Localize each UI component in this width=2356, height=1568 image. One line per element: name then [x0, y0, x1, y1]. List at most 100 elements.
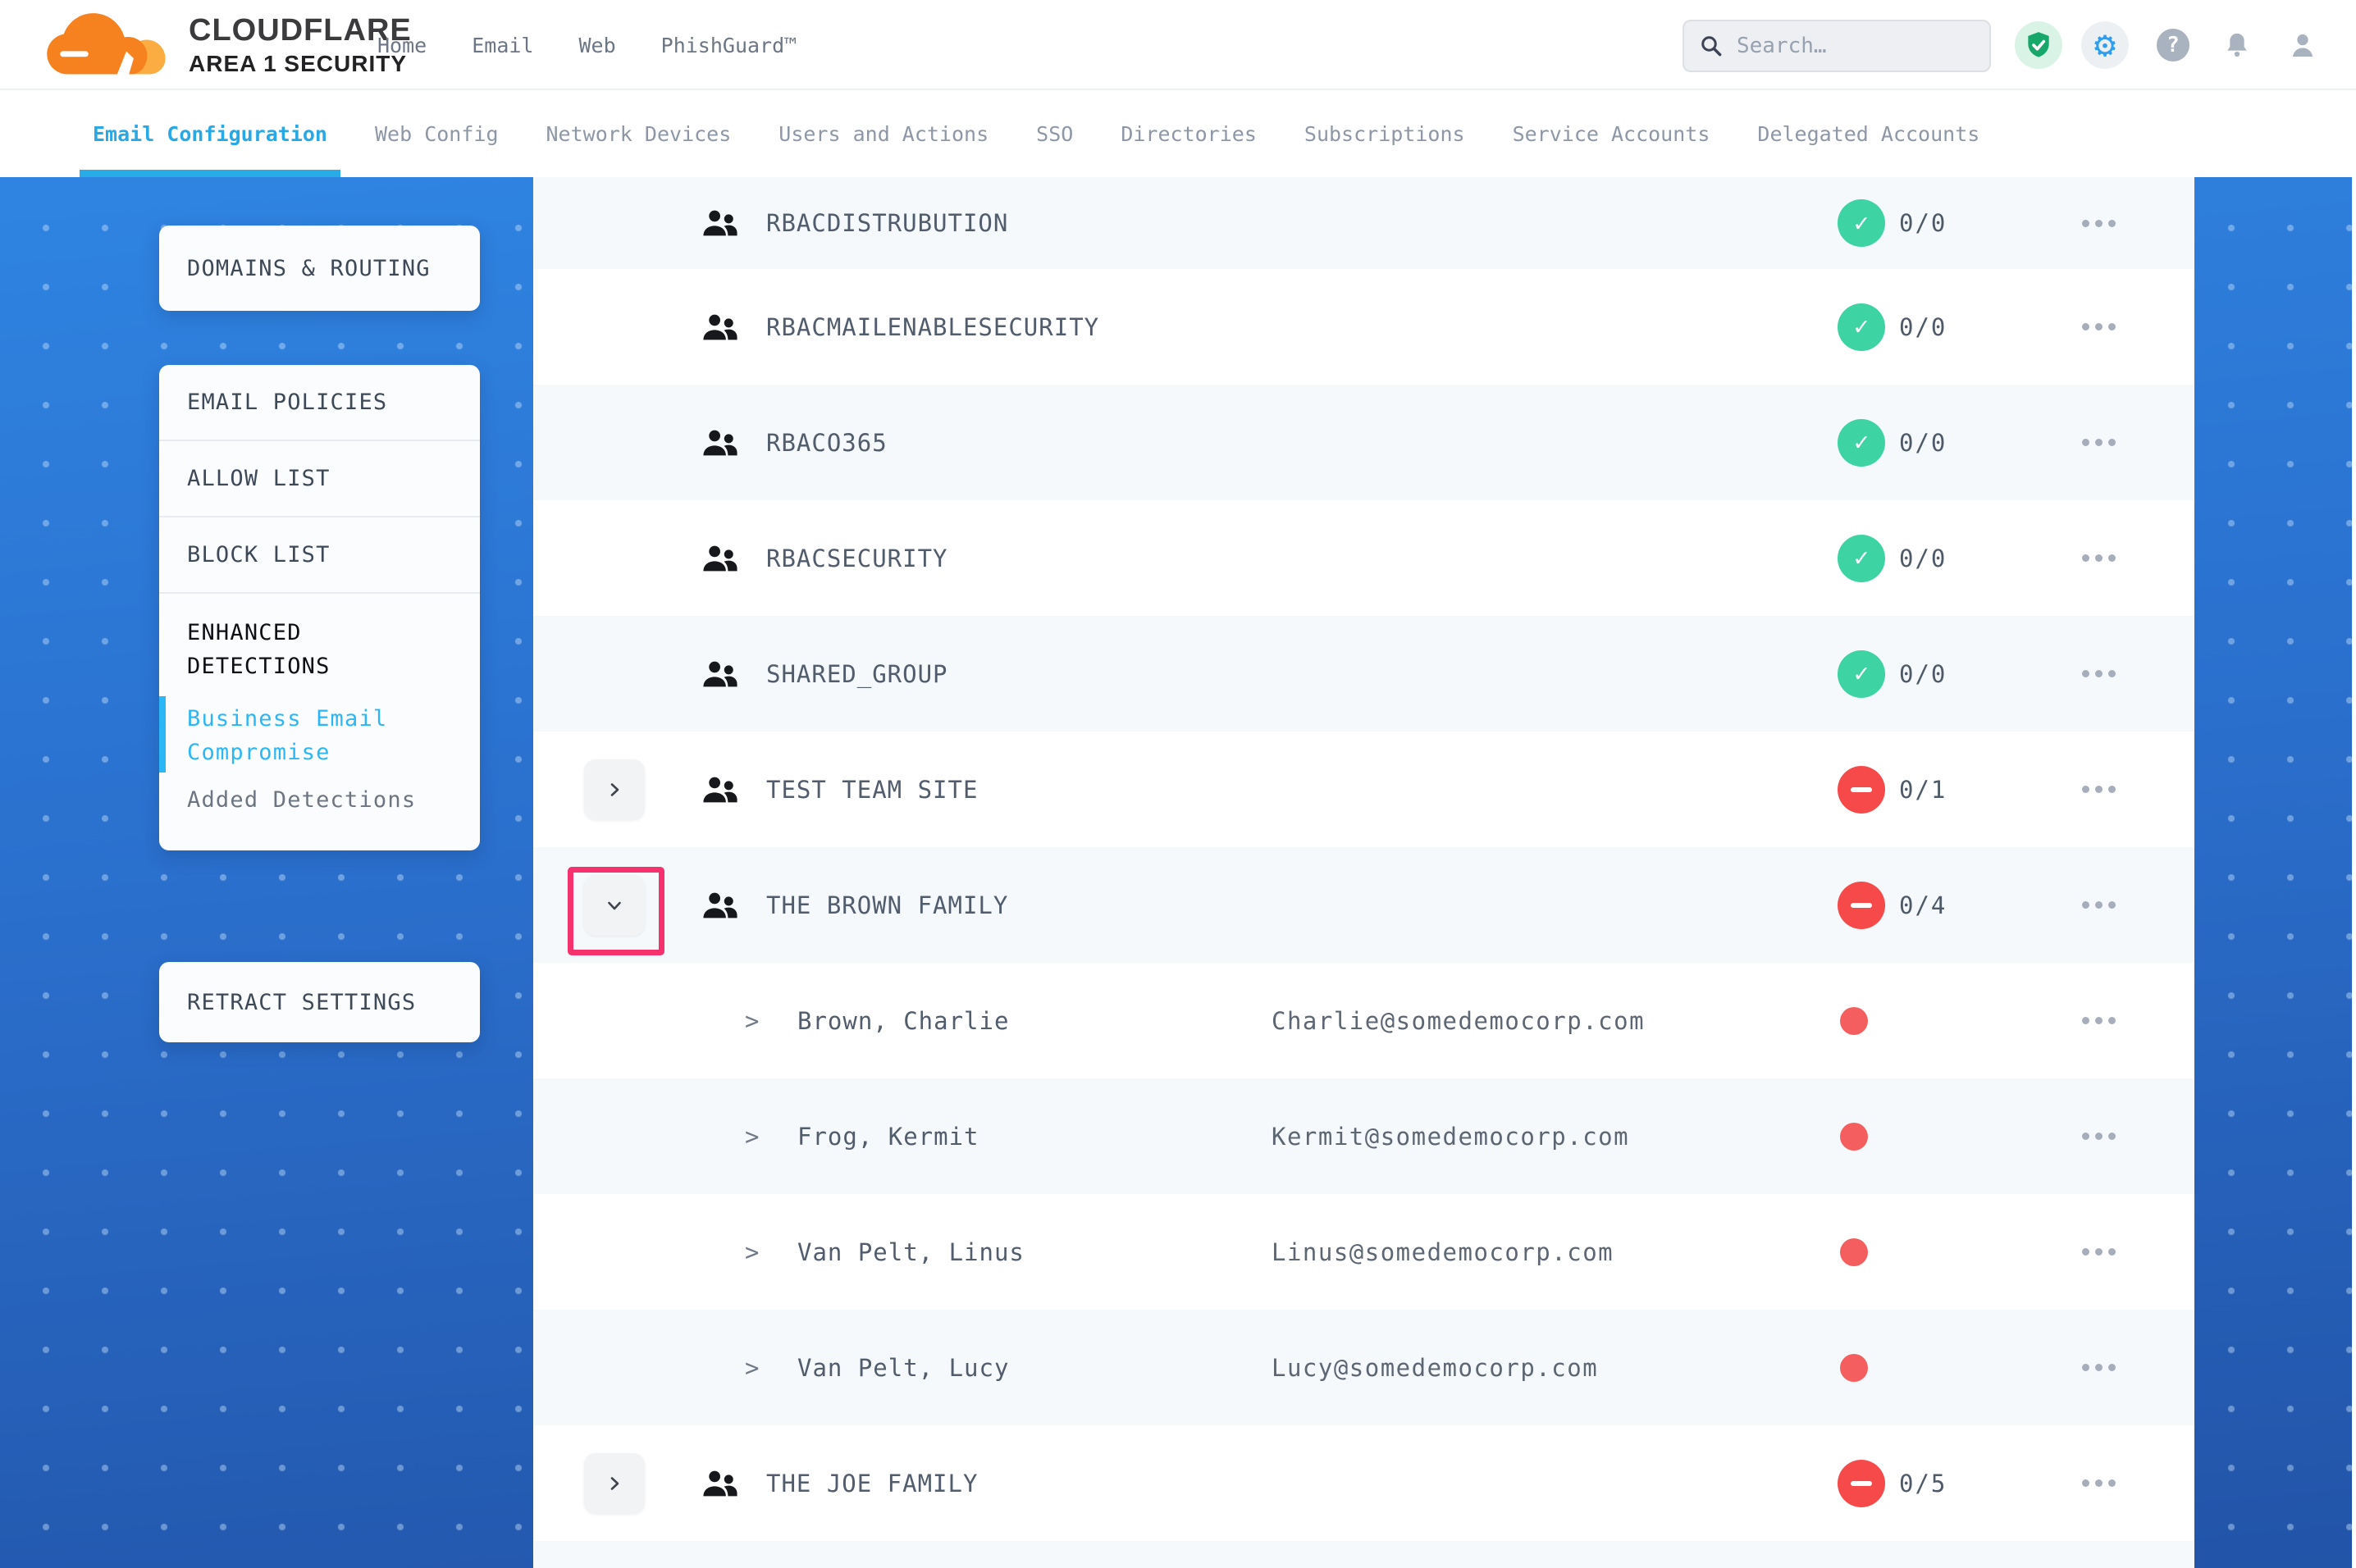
- check-icon: ✓: [1854, 209, 1869, 238]
- sidebar-item-block-list[interactable]: BLOCK LIST: [159, 517, 480, 594]
- group-row: SHARED_GROUP ✓ 0/0: [533, 616, 2194, 732]
- tab-network-devices[interactable]: Network Devices: [546, 90, 732, 177]
- row-menu-button[interactable]: [2072, 889, 2125, 922]
- tab-subscriptions[interactable]: Subscriptions: [1304, 90, 1465, 177]
- tab-email-configuration[interactable]: Email Configuration: [93, 90, 327, 177]
- row-menu-button[interactable]: [2072, 1467, 2125, 1500]
- row-menu-button[interactable]: [2072, 1005, 2125, 1037]
- member-caret-icon[interactable]: >: [745, 1123, 759, 1151]
- row-menu-button[interactable]: [2072, 1236, 2125, 1269]
- collapse-button[interactable]: [584, 875, 645, 936]
- top-nav-link-email[interactable]: Email: [472, 34, 533, 57]
- top-nav-link-home[interactable]: Home: [377, 34, 427, 57]
- check-icon: ✓: [1854, 312, 1869, 341]
- minus-icon: [1851, 903, 1872, 908]
- tab-directories[interactable]: Directories: [1121, 90, 1257, 177]
- tab-users-and-actions[interactable]: Users and Actions: [778, 90, 989, 177]
- status-badge-synced: ✓: [1838, 535, 1885, 582]
- member-caret-icon[interactable]: >: [745, 1354, 759, 1382]
- tab-service-accounts[interactable]: Service Accounts: [1513, 90, 1710, 177]
- chevron-right-icon: [605, 1474, 624, 1493]
- status-badge-excluded: [1838, 766, 1885, 814]
- chevron-right-icon: [605, 780, 624, 800]
- cloudflare-logo[interactable]: CLOUDFLARE AREA 1 SECURITY: [43, 7, 412, 85]
- member-name: Van Pelt, Linus: [797, 1238, 1025, 1266]
- member-count: 0/0: [1899, 209, 1947, 237]
- member-status-dot: [1840, 1238, 1868, 1266]
- member-email: Lucy@somedemocorp.com: [1272, 1354, 1598, 1382]
- user-account-icon[interactable]: [2279, 21, 2326, 69]
- tab-delegated-accounts[interactable]: Delegated Accounts: [1757, 90, 1979, 177]
- tab-web-config[interactable]: Web Config: [375, 90, 499, 177]
- row-menu-button[interactable]: [2072, 207, 2125, 239]
- row-menu-button[interactable]: [2072, 773, 2125, 806]
- sidebar-item-domains-routing[interactable]: DOMAINS & ROUTING: [187, 256, 431, 281]
- help-icon[interactable]: ?: [2149, 21, 2197, 69]
- status-badge-synced: ✓: [1838, 303, 1885, 351]
- row-menu-button[interactable]: [2072, 311, 2125, 344]
- member-name: Brown, Charlie: [797, 1007, 1009, 1035]
- bell-icon[interactable]: [2213, 21, 2261, 69]
- sidebar-item-added-detections[interactable]: Added Detections: [159, 777, 480, 829]
- minus-icon: [1851, 787, 1872, 792]
- group-icon: [701, 311, 740, 344]
- sidebar-item-retract-settings[interactable]: RETRACT SETTINGS: [187, 990, 416, 1015]
- security-shield-icon[interactable]: [2015, 21, 2062, 69]
- row-menu-button[interactable]: [2072, 1120, 2125, 1153]
- member-email: Kermit@somedemocorp.com: [1272, 1123, 1629, 1151]
- top-nav: Home Email Web PhishGuard™: [377, 0, 797, 90]
- group-icon: [701, 207, 740, 239]
- sidebar-card-retract-settings[interactable]: RETRACT SETTINGS: [159, 962, 480, 1042]
- member-count: 0/4: [1899, 891, 1947, 919]
- chevron-down-icon: [605, 896, 624, 915]
- sidebar-item-email-policies[interactable]: EMAIL POLICIES: [159, 365, 480, 441]
- row-menu-button[interactable]: [2072, 658, 2125, 691]
- expand-button[interactable]: [584, 1453, 645, 1514]
- group-icon: [701, 542, 740, 575]
- right-edge-strip: [2352, 0, 2356, 1568]
- tab-label: Service Accounts: [1513, 122, 1710, 146]
- expand-button[interactable]: [584, 759, 645, 820]
- row-menu-button[interactable]: [2072, 1351, 2125, 1384]
- sidebar-item-business-email-compromise[interactable]: Business Email Compromise: [159, 691, 480, 777]
- partial-row: [533, 1541, 2194, 1568]
- member-count: 0/0: [1899, 313, 1947, 341]
- group-name: THE JOE FAMILY: [766, 1470, 978, 1497]
- cloudflare-cloud-icon: [43, 7, 182, 85]
- row-menu-button[interactable]: [2072, 542, 2125, 575]
- active-indicator-bar: [159, 696, 166, 773]
- group-row: TEST TEAM SITE 0/1: [533, 732, 2194, 847]
- member-row: > Van Pelt, Lucy Lucy@somedemocorp.com: [533, 1310, 2194, 1425]
- group-name: RBACO365: [766, 429, 888, 457]
- search-input[interactable]: [1735, 33, 1975, 59]
- sidebar-item-allow-list[interactable]: ALLOW LIST: [159, 441, 480, 517]
- group-row: RBACO365 ✓ 0/0: [533, 385, 2194, 500]
- search-icon: [1699, 34, 1724, 58]
- search-box: [1683, 20, 1991, 72]
- group-name: RBACSECURITY: [766, 545, 948, 572]
- check-icon: ✓: [1854, 544, 1869, 572]
- group-icon: [701, 773, 740, 806]
- tab-label: Delegated Accounts: [1757, 122, 1979, 146]
- member-caret-icon[interactable]: >: [745, 1007, 759, 1035]
- member-caret-icon[interactable]: >: [745, 1238, 759, 1266]
- group-row: RBACDISTRUBUTION ✓ 0/0: [533, 177, 2194, 269]
- help-glyph: ?: [2157, 29, 2189, 62]
- sidebar-card-domains-routing[interactable]: DOMAINS & ROUTING: [159, 226, 480, 311]
- member-count: 0/0: [1899, 429, 1947, 457]
- group-name: RBACMAILENABLESECURITY: [766, 313, 1099, 341]
- top-nav-link-phishguard[interactable]: PhishGuard™: [661, 34, 797, 57]
- sidebar-section-enhanced-detections: ENHANCED DETECTIONS: [159, 594, 480, 691]
- member-count: 0/0: [1899, 660, 1947, 688]
- tab-sso[interactable]: SSO: [1036, 90, 1073, 177]
- group-name: SHARED_GROUP: [766, 660, 948, 688]
- tab-label: SSO: [1036, 122, 1073, 146]
- row-menu-button[interactable]: [2072, 426, 2125, 459]
- gear-icon[interactable]: ⚙: [2081, 21, 2129, 69]
- top-nav-link-web[interactable]: Web: [578, 34, 615, 57]
- status-badge-excluded: [1838, 882, 1885, 929]
- tab-label: Web Config: [375, 122, 499, 146]
- member-row: > Brown, Charlie Charlie@somedemocorp.co…: [533, 963, 2194, 1078]
- group-icon: [701, 426, 740, 459]
- member-count: 0/1: [1899, 776, 1947, 804]
